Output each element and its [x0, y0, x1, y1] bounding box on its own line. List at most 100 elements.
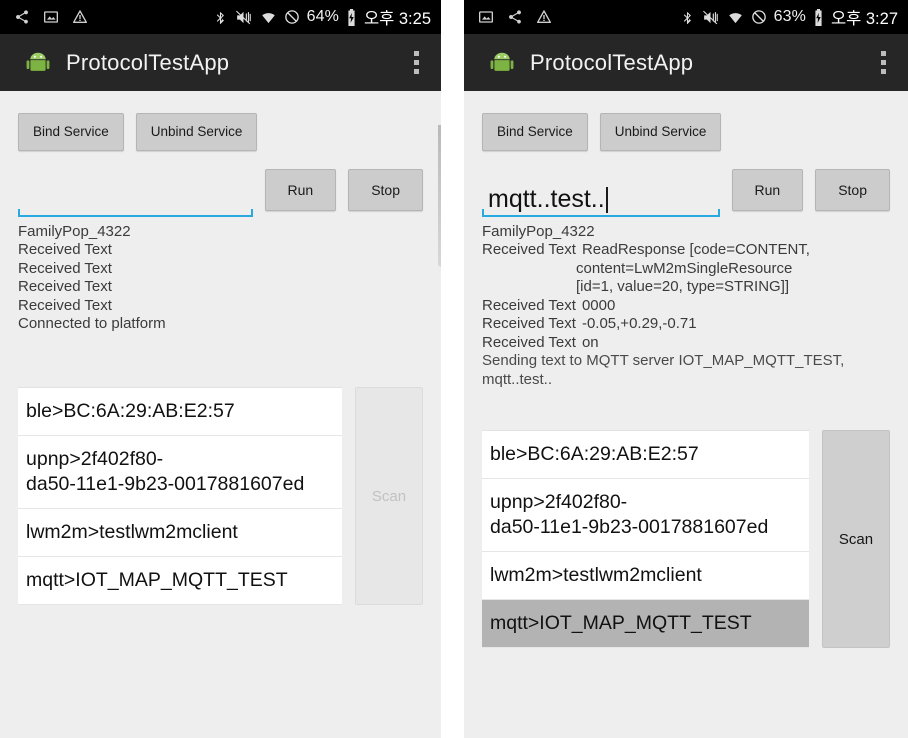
- log-line-key: Received Text: [482, 296, 576, 314]
- status-bar-left-icons: [478, 9, 552, 25]
- run-button[interactable]: Run: [731, 168, 804, 211]
- device-list: ble>BC:6A:29:AB:E2:57 upnp>2f402f80- da5…: [482, 430, 809, 648]
- status-bar-left-icons: [14, 9, 88, 25]
- log-line: FamilyPop_4322: [18, 222, 131, 240]
- share-icon: [16, 10, 28, 24]
- wifi-icon: [261, 12, 275, 23]
- log-line: FamilyPop_4322: [482, 222, 595, 240]
- log-output: FamilyPop_4322 Received Text ReadRespons…: [482, 223, 890, 390]
- input-underline: [482, 208, 720, 217]
- phone-screen-left: 64% 오후 3:25 ProtocolTestApp Bind Service…: [0, 0, 441, 738]
- android-robot-icon: [490, 52, 514, 71]
- list-item[interactable]: lwm2m>testlwm2mclient: [18, 509, 342, 557]
- app-title: ProtocolTestApp: [66, 49, 230, 75]
- device-list-area: ble>BC:6A:29:AB:E2:57 upnp>2f402f80- da5…: [18, 387, 423, 605]
- log-line: Received Text on: [482, 334, 890, 353]
- service-button-row: Bind Service Unbind Service: [482, 91, 890, 151]
- vibrate-mute-icon: [235, 10, 251, 24]
- log-line: Connected to platform: [18, 315, 166, 332]
- phone-screen-right: 63% 오후 3:27 ProtocolTestApp Bind Service…: [464, 0, 908, 738]
- log-line-value: on: [581, 333, 599, 351]
- log-line: content=LwM2mSingleResource: [482, 260, 890, 279]
- vibrate-mute-icon: [702, 10, 718, 24]
- status-bar: 63% 오후 3:27: [464, 0, 908, 34]
- screen-separator: [441, 0, 464, 738]
- battery-percent-label: 63%: [773, 8, 806, 25]
- log-line-value: -0.05,+0.29,-0.71: [581, 315, 697, 332]
- list-item[interactable]: ble>BC:6A:29:AB:E2:57: [18, 388, 342, 436]
- list-item[interactable]: mqtt>IOT_MAP_MQTT_TEST: [482, 600, 809, 648]
- stop-button[interactable]: Stop: [815, 168, 890, 211]
- do-not-disturb-icon: [751, 10, 766, 24]
- command-input[interactable]: mqtt..test..: [482, 167, 720, 217]
- wifi-icon: [728, 12, 742, 23]
- bluetooth-icon: [216, 11, 224, 24]
- list-item[interactable]: mqtt>IOT_MAP_MQTT_TEST: [18, 557, 342, 605]
- action-bar: ProtocolTestApp: [0, 34, 441, 91]
- run-stop-group: Run Stop: [264, 168, 423, 217]
- battery-charging-icon: [348, 8, 355, 26]
- bind-service-button[interactable]: Bind Service: [482, 113, 588, 151]
- clock-label: 오후 3:25: [363, 10, 431, 28]
- log-line-value: 0000: [581, 296, 616, 314]
- text-caret: [605, 186, 608, 213]
- input-underline: [18, 208, 253, 217]
- command-input-row: mqtt..test.. Run Stop: [482, 167, 890, 217]
- clock-label: 오후 3:27: [830, 10, 898, 28]
- log-output: FamilyPop_4322 Received Text Received Te…: [18, 223, 423, 334]
- overflow-menu-icon[interactable]: [870, 46, 896, 80]
- log-line: Received Text ReadResponse [code=CONTENT…: [482, 241, 890, 260]
- app-content: Bind Service Unbind Service mqtt..test..…: [464, 91, 908, 738]
- overflow-menu-icon[interactable]: [403, 46, 429, 80]
- image-icon: [479, 11, 493, 23]
- run-button[interactable]: Run: [264, 168, 337, 211]
- app-title: ProtocolTestApp: [530, 49, 694, 75]
- log-line-continuation: content=LwM2mSingleResource: [576, 259, 793, 277]
- image-icon: [44, 11, 58, 23]
- status-bar-right-icons: 63% 오후 3:27: [681, 5, 898, 29]
- status-bar: 64% 오후 3:25: [0, 0, 441, 34]
- command-input[interactable]: [18, 167, 253, 217]
- warning-icon: [73, 10, 87, 23]
- battery-charging-icon: [815, 8, 822, 26]
- log-line-key: Received Text: [482, 315, 576, 332]
- log-line: [id=1, value=20, type=STRING]]: [482, 278, 890, 297]
- log-line: Received Text: [18, 278, 112, 295]
- service-button-row: Bind Service Unbind Service: [18, 91, 423, 151]
- screen-edge-artifact: [438, 125, 441, 267]
- log-line: Received Text: [18, 296, 112, 314]
- log-line: Received Text: [18, 259, 112, 277]
- log-line-key: Received Text: [482, 241, 576, 258]
- command-input-value: mqtt..test..: [488, 186, 605, 213]
- list-item[interactable]: upnp>2f402f80- da50-11e1-9b23-0017881607…: [18, 436, 342, 509]
- log-line-key: Received Text: [482, 333, 576, 351]
- status-bar-right-icons: 64% 오후 3:25: [214, 5, 431, 29]
- log-line: Received Text -0.05,+0.29,-0.71: [482, 315, 890, 334]
- warning-icon: [537, 10, 551, 23]
- log-line: Received Text 0000: [482, 297, 890, 316]
- unbind-service-button[interactable]: Unbind Service: [599, 113, 722, 151]
- bluetooth-icon: [683, 11, 691, 24]
- bind-service-button[interactable]: Bind Service: [18, 113, 124, 151]
- scan-button[interactable]: Scan: [355, 387, 423, 605]
- device-list-area: ble>BC:6A:29:AB:E2:57 upnp>2f402f80- da5…: [482, 430, 890, 648]
- scan-button[interactable]: Scan: [822, 430, 890, 648]
- list-item[interactable]: lwm2m>testlwm2mclient: [482, 552, 809, 600]
- unbind-service-button[interactable]: Unbind Service: [135, 113, 258, 151]
- log-line: Sending text to MQTT server IOT_MAP_MQTT…: [482, 352, 845, 369]
- log-line-value: ReadResponse [code=CONTENT,: [581, 241, 810, 258]
- app-content: Bind Service Unbind Service Run Stop Fam…: [0, 91, 441, 738]
- action-bar: ProtocolTestApp: [464, 34, 908, 91]
- run-stop-group: Run Stop: [731, 168, 890, 217]
- log-line-continuation: [id=1, value=20, type=STRING]]: [576, 278, 790, 295]
- list-item[interactable]: upnp>2f402f80- da50-11e1-9b23-0017881607…: [482, 479, 809, 552]
- command-input-row: Run Stop: [18, 167, 423, 217]
- device-list: ble>BC:6A:29:AB:E2:57 upnp>2f402f80- da5…: [18, 387, 342, 605]
- stop-button[interactable]: Stop: [348, 168, 423, 211]
- share-icon: [509, 10, 521, 24]
- log-line: mqtt..test..: [482, 370, 553, 388]
- log-line: Received Text: [18, 241, 112, 258]
- battery-percent-label: 64%: [306, 8, 339, 25]
- dual-screenshot-container: 64% 오후 3:25 ProtocolTestApp Bind Service…: [0, 0, 908, 738]
- list-item[interactable]: ble>BC:6A:29:AB:E2:57: [482, 431, 809, 479]
